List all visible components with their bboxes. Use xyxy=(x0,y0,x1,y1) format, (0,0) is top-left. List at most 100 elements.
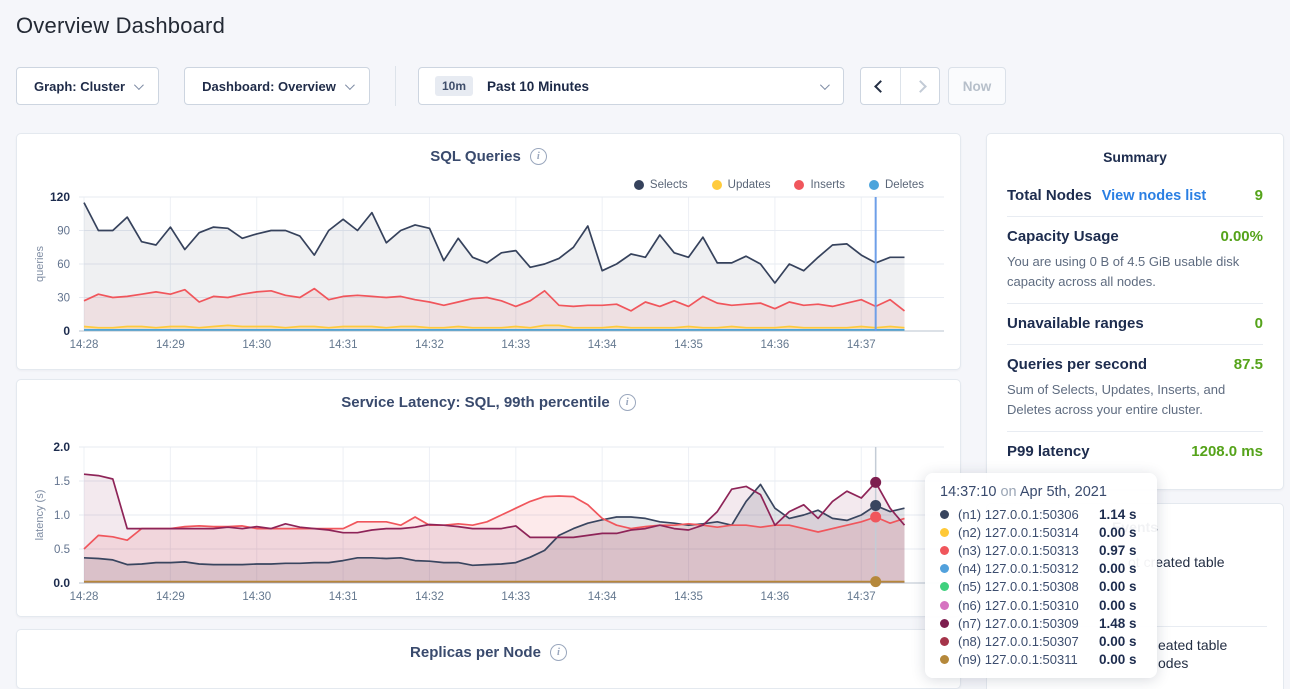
svg-text:14:34: 14:34 xyxy=(588,339,617,351)
event-item-text: eated table xyxy=(1158,637,1227,653)
svg-text:14:37: 14:37 xyxy=(847,339,876,351)
summary-row-total-nodes: Total Nodes View nodes list 9 xyxy=(1007,176,1263,216)
graph-scope-label: Graph: Cluster xyxy=(34,79,125,94)
capacity-usage-label: Capacity Usage xyxy=(1007,228,1119,245)
replicas-per-node-panel: Replicas per Node i xyxy=(16,629,961,689)
capacity-usage-value: 0.00% xyxy=(1220,228,1263,245)
tooltip-node-row: (n1) 127.0.0.1:503061.14 s xyxy=(940,505,1142,523)
legend-item-updates: Updates xyxy=(712,179,771,191)
tooltip-timestamp: 14:37:10 on Apr 5th, 2021 xyxy=(940,484,1142,500)
tooltip-node-row: (n8) 127.0.0.1:503070.00 s xyxy=(940,632,1142,650)
tooltip-node-row: (n2) 127.0.0.1:503140.00 s xyxy=(940,523,1142,541)
summary-title: Summary xyxy=(1007,134,1263,176)
tooltip-node-row: (n5) 127.0.0.1:503080.00 s xyxy=(940,578,1142,596)
replicas-per-node-title: Replicas per Node i xyxy=(17,644,960,661)
chevron-down-icon xyxy=(820,80,830,90)
dashboard-select-label: Dashboard: Overview xyxy=(202,79,336,94)
node-color-dot-icon xyxy=(940,564,949,573)
p99-latency-label: P99 latency xyxy=(1007,443,1090,460)
view-nodes-list-link[interactable]: View nodes list xyxy=(1102,188,1207,204)
tooltip-node-row: (n9) 127.0.0.1:503110.00 s xyxy=(940,651,1142,669)
sql-queries-chart[interactable]: 0 30 60 90 120 14:28 14:29 14:30 14:31 14:32 14:33… xyxy=(27,191,952,362)
legend-dot-icon xyxy=(869,180,879,190)
svg-text:0.5: 0.5 xyxy=(54,544,70,556)
svg-text:14:33: 14:33 xyxy=(501,339,530,351)
svg-text:1.5: 1.5 xyxy=(54,476,70,488)
svg-text:14:31: 14:31 xyxy=(329,591,358,603)
event-item-text: odes xyxy=(1158,655,1188,671)
unavailable-ranges-value: 0 xyxy=(1255,315,1263,332)
unavailable-ranges-label: Unavailable ranges xyxy=(1007,315,1144,332)
time-range-badge: 10m xyxy=(435,76,473,96)
service-latency-chart[interactable]: 0.00.51.01.52.014:2814:2914:3014:3114:32… xyxy=(27,441,952,614)
svg-text:14:37: 14:37 xyxy=(847,591,876,603)
time-step-buttons xyxy=(860,67,940,105)
info-icon[interactable]: i xyxy=(550,644,567,661)
svg-text:120: 120 xyxy=(50,191,70,204)
svg-text:14:28: 14:28 xyxy=(70,339,99,351)
total-nodes-label: Total Nodes xyxy=(1007,187,1092,204)
svg-text:60: 60 xyxy=(57,259,70,271)
chevron-left-icon xyxy=(874,80,887,93)
sql-queries-legend: Selects Updates Inserts Deletes xyxy=(634,179,924,191)
chevron-down-icon xyxy=(345,80,355,90)
svg-text:2.0: 2.0 xyxy=(53,441,70,454)
svg-text:14:28: 14:28 xyxy=(70,591,99,603)
summary-row-p99: P99 latency 1208.0 ms xyxy=(1007,431,1263,472)
now-button[interactable]: Now xyxy=(948,67,1006,105)
tooltip-node-row: (n6) 127.0.0.1:503100.00 s xyxy=(940,596,1142,614)
time-forward-button[interactable] xyxy=(900,68,939,104)
svg-text:90: 90 xyxy=(57,226,70,238)
p99-latency-value: 1208.0 ms xyxy=(1191,443,1263,460)
legend-item-inserts: Inserts xyxy=(794,179,845,191)
svg-text:30: 30 xyxy=(57,293,70,305)
svg-text:14:32: 14:32 xyxy=(415,591,444,603)
svg-text:14:33: 14:33 xyxy=(501,591,530,603)
chevron-right-icon xyxy=(914,80,927,93)
tooltip-node-row: (n4) 127.0.0.1:503120.00 s xyxy=(940,560,1142,578)
page-title: Overview Dashboard xyxy=(16,13,225,39)
svg-text:14:30: 14:30 xyxy=(242,339,271,351)
total-nodes-value: 9 xyxy=(1255,187,1263,204)
svg-text:14:34: 14:34 xyxy=(588,591,617,603)
svg-text:14:31: 14:31 xyxy=(329,339,358,351)
dashboard-controls: Graph: Cluster Dashboard: Overview 10m P… xyxy=(16,67,1006,105)
svg-text:0: 0 xyxy=(63,324,70,338)
chart-hover-tooltip: 14:37:10 on Apr 5th, 2021 (n1) 127.0.0.1… xyxy=(925,473,1157,678)
dashboard-select-dropdown[interactable]: Dashboard: Overview xyxy=(184,67,370,105)
node-color-dot-icon xyxy=(940,582,949,591)
sql-queries-title: SQL Queries i xyxy=(17,148,960,165)
legend-item-deletes: Deletes xyxy=(869,179,924,191)
tooltip-node-rows: (n1) 127.0.0.1:503061.14 s(n2) 127.0.0.1… xyxy=(940,505,1142,669)
qps-label: Queries per second xyxy=(1007,356,1147,373)
svg-text:14:32: 14:32 xyxy=(415,339,444,351)
svg-text:14:35: 14:35 xyxy=(674,339,703,351)
time-range-label: Past 10 Minutes xyxy=(487,79,589,94)
controls-divider xyxy=(395,66,396,106)
legend-dot-icon xyxy=(634,180,644,190)
capacity-usage-description: You are using 0 B of 4.5 GiB usable disk… xyxy=(1007,252,1263,291)
node-color-dot-icon xyxy=(940,601,949,610)
svg-text:14:36: 14:36 xyxy=(761,339,790,351)
node-color-dot-icon xyxy=(940,546,949,555)
service-latency-title: Service Latency: SQL, 99th percentile i xyxy=(17,394,960,411)
node-color-dot-icon xyxy=(940,528,949,537)
svg-text:14:29: 14:29 xyxy=(156,339,185,351)
svg-text:queries: queries xyxy=(34,245,46,282)
sql-queries-panel: SQL Queries i Selects Updates Inserts Delet… xyxy=(16,133,961,370)
time-back-button[interactable] xyxy=(861,68,900,104)
info-icon[interactable]: i xyxy=(530,148,547,165)
summary-card: Summary Total Nodes View nodes list 9 Ca… xyxy=(986,133,1284,490)
info-icon[interactable]: i xyxy=(619,394,636,411)
svg-text:14:35: 14:35 xyxy=(674,591,703,603)
svg-text:14:30: 14:30 xyxy=(242,591,271,603)
svg-text:latency (s): latency (s) xyxy=(34,490,46,541)
graph-scope-dropdown[interactable]: Graph: Cluster xyxy=(16,67,159,105)
svg-text:14:29: 14:29 xyxy=(156,591,185,603)
tooltip-node-row: (n3) 127.0.0.1:503130.97 s xyxy=(940,541,1142,559)
legend-item-selects: Selects xyxy=(634,179,688,191)
node-color-dot-icon xyxy=(940,619,949,628)
time-range-dropdown[interactable]: 10m Past 10 Minutes xyxy=(418,67,844,105)
chevron-down-icon xyxy=(134,80,144,90)
summary-row-unavailable-ranges: Unavailable ranges 0 xyxy=(1007,303,1263,344)
